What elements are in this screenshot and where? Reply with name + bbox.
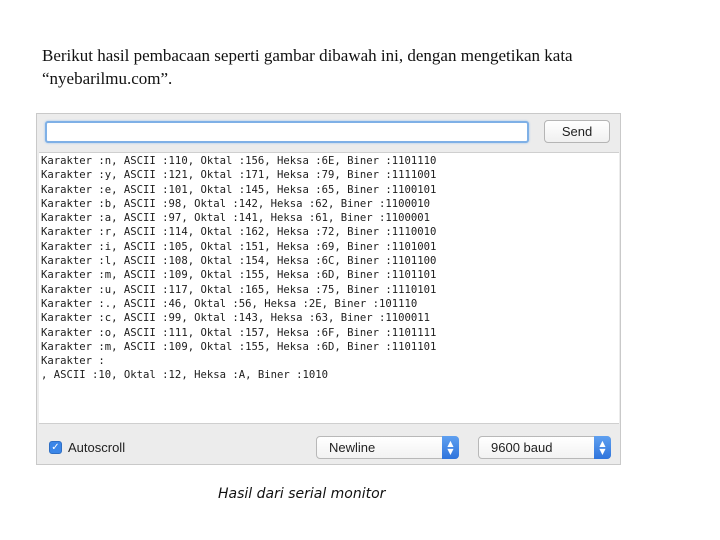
baud-rate-value: 9600 baud	[491, 440, 553, 455]
output-line: Karakter :e, ASCII :101, Oktal :145, Hek…	[41, 183, 437, 196]
autoscroll-toggle[interactable]: ✓ Autoscroll	[49, 440, 125, 455]
serial-monitor-window: Send Karakter :n, ASCII :110, Oktal :156…	[36, 113, 621, 465]
output-line: Karakter :o, ASCII :111, Oktal :157, Hek…	[41, 326, 437, 339]
line-ending-select[interactable]: Newline ▲ ▼	[316, 436, 459, 459]
serial-output-area[interactable]: Karakter :n, ASCII :110, Oktal :156, Hek…	[39, 152, 619, 424]
output-line: Karakter :y, ASCII :121, Oktal :171, Hek…	[41, 169, 437, 182]
output-line: Karakter :u, ASCII :117, Oktal :165, Hek…	[41, 283, 437, 296]
intro-line-1: Berikut hasil pembacaan seperti gambar d…	[42, 46, 573, 65]
checkmark-icon: ✓	[51, 442, 60, 453]
autoscroll-checkbox[interactable]: ✓	[49, 441, 62, 454]
output-line: Karakter :l, ASCII :108, Oktal :154, Hek…	[41, 255, 437, 268]
send-button[interactable]: Send	[544, 120, 610, 143]
chevron-updown-icon: ▲ ▼	[442, 436, 459, 459]
output-line: Karakter :c, ASCII :99, Oktal :143, Heks…	[41, 312, 431, 325]
output-line: Karakter :b, ASCII :98, Oktal :142, Heks…	[41, 197, 431, 210]
autoscroll-label: Autoscroll	[68, 440, 126, 455]
output-line: Karakter :r, ASCII :114, Oktal :162, Hek…	[41, 226, 437, 239]
intro-line-2: “nyebarilmu.com”.	[42, 69, 173, 88]
output-line: Karakter :m, ASCII :109, Oktal :155, Hek…	[41, 269, 437, 282]
intro-text: Berikut hasil pembacaan seperti gambar d…	[42, 44, 682, 90]
line-ending-value: Newline	[329, 440, 376, 455]
serial-input-field[interactable]	[45, 121, 529, 143]
output-line: Karakter :n, ASCII :110, Oktal :156, Hek…	[41, 155, 437, 167]
output-line: Karakter :i, ASCII :105, Oktal :151, Hek…	[41, 240, 437, 253]
figure-caption: Hasil dari serial monitor	[218, 486, 386, 502]
output-line: , ASCII :10, Oktal :12, Heksa :A, Biner …	[41, 369, 329, 382]
monitor-bottom-bar: ✓ Autoscroll Newline ▲ ▼ 9600 baud ▲ ▼	[37, 432, 620, 462]
chevron-updown-icon: ▲ ▼	[594, 436, 611, 459]
output-line: Karakter :m, ASCII :109, Oktal :155, Hek…	[41, 340, 437, 353]
output-line: Karakter :	[41, 355, 105, 368]
output-line: Karakter :., ASCII :46, Oktal :56, Heksa…	[41, 297, 418, 310]
output-line: Karakter :a, ASCII :97, Oktal :141, Heks…	[41, 212, 431, 225]
baud-rate-select[interactable]: 9600 baud ▲ ▼	[478, 436, 611, 459]
